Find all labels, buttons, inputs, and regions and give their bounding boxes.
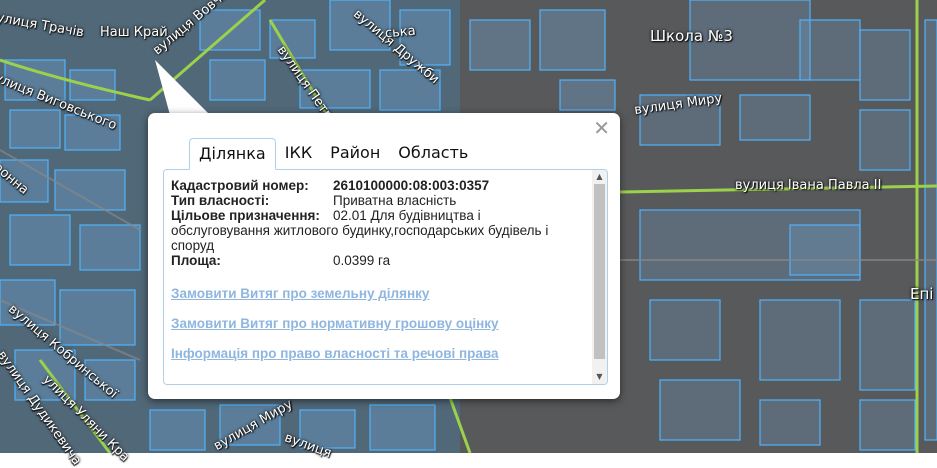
ownership-label: Тип власності: — [171, 193, 270, 208]
parcel-details: Кадастровий номер: 2610100000:08:003:035… — [171, 178, 586, 376]
map-label-street: вулиця Івана Павла ІІ — [735, 178, 882, 193]
cadastral-value: 2610100000:08:003:0357 — [333, 178, 490, 193]
map-label-poi: Епі — [910, 285, 934, 303]
close-icon[interactable]: ✕ — [593, 117, 610, 139]
purpose-label: Цільове призначення: — [171, 208, 320, 223]
scroll-down-arrow-icon[interactable]: ▼ — [592, 370, 607, 384]
tab-region[interactable]: Область — [389, 138, 477, 168]
purpose-value-continued: обслуговування житлового будинку,господа… — [171, 223, 549, 253]
scroll-up-arrow-icon[interactable]: ▲ — [592, 170, 607, 184]
tab-panel: Кадастровий номер: 2610100000:08:003:035… — [163, 169, 608, 385]
cadastral-label: Кадастровий номер: — [171, 178, 309, 193]
order-parcel-extract-link[interactable]: Замовити Витяг про земельну ділянку — [171, 286, 586, 301]
order-valuation-extract-link[interactable]: Замовити Витяг про нормативну грошову оц… — [171, 316, 586, 331]
ownership-value: Приватна власність — [333, 193, 457, 208]
map-label-poi[interactable]: Наш Край — [100, 25, 168, 40]
scrollbar[interactable]: ▲ ▼ — [592, 170, 607, 384]
popup-tabs: Ділянка ІКК Район Область — [189, 138, 477, 170]
tab-parcel[interactable]: Ділянка — [189, 138, 276, 170]
area-row: Площа: 0.0399 га — [171, 253, 586, 268]
ownership-row: Тип власності: Приватна власність — [171, 193, 586, 208]
area-value: 0.0399 га — [333, 253, 391, 268]
cadastral-row: Кадастровий номер: 2610100000:08:003:035… — [171, 178, 586, 193]
purpose-row: Цільове призначення: 02.01 Для будівницт… — [171, 208, 586, 223]
map-label-school[interactable]: Школа №3 — [650, 27, 733, 45]
action-links: Замовити Витяг про земельну ділянку Замо… — [171, 286, 586, 361]
tab-district[interactable]: Район — [321, 138, 389, 168]
area-label: Площа: — [171, 253, 221, 268]
ownership-info-link[interactable]: Інформація про право власності та речові… — [171, 346, 586, 361]
purpose-value: 02.01 Для будівництва і — [333, 208, 481, 223]
map-label-street: ська — [384, 23, 417, 42]
scrollbar-thumb[interactable] — [594, 184, 605, 359]
parcel-info-popup: ✕ Ділянка ІКК Район Область Кадастровий … — [148, 113, 620, 399]
tab-ikk[interactable]: ІКК — [276, 138, 321, 168]
